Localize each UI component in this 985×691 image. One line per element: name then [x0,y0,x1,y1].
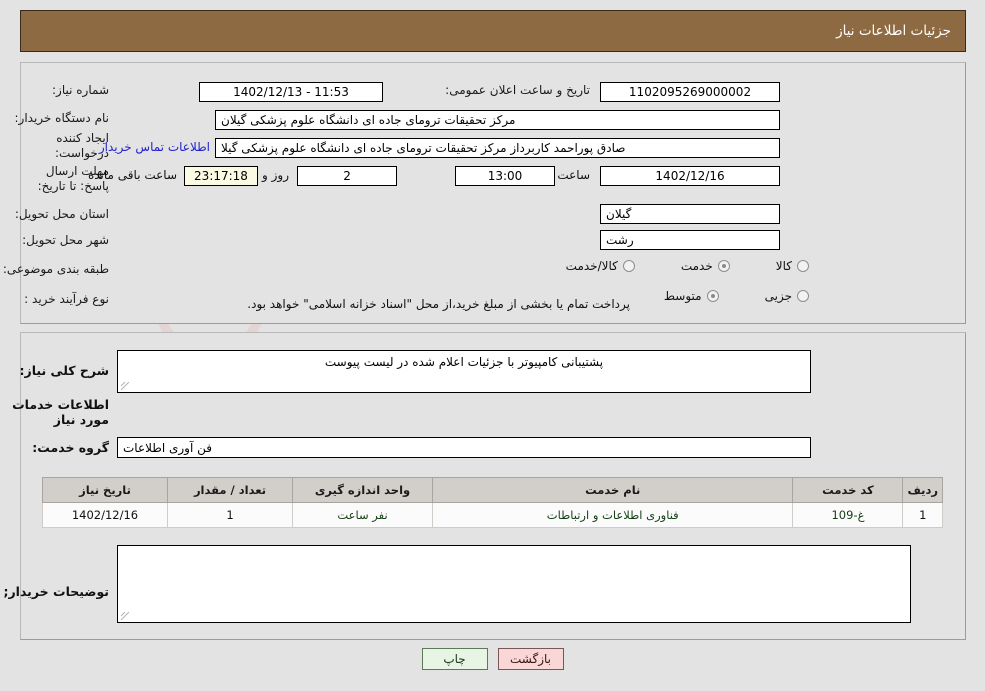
city-field[interactable]: رشت [600,230,780,250]
need-number-label-row: شماره نیاز: [19,80,109,100]
province-label-row: استان محل تحویل: [15,204,109,224]
cell-name: فناوری اطلاعات و ارتباطات [431,502,794,528]
cell-unit: نفر ساعت [292,502,433,528]
radio-option-khedmat[interactable]: خدمت [681,259,730,273]
radio-option-motavasset[interactable]: متوسط [664,289,719,303]
deadline-date-field[interactable]: 1402/12/16 [600,166,780,186]
window-title-bar: جزئیات اطلاعات نیاز [20,10,966,52]
buyer-notes-textarea[interactable] [117,545,911,623]
category-radio-group[interactable]: کالا خدمت کالا/خدمت [566,259,809,273]
announce-label-row: تاریخ و ساعت اعلان عمومی: [445,80,590,100]
hour-label: ساعت [557,168,590,182]
buyer-org-field[interactable]: مرکز تحقیقات ترومای جاده ای دانشگاه علوم… [215,110,780,130]
days-field[interactable]: 2 [297,166,397,186]
creator-label: ایجاد کننده درخواست: [55,131,109,160]
column-header-date: تاریخ نیاز [42,477,168,503]
days-unit-label: روز و [262,168,289,182]
button-bar: بازگشت چاپ [0,648,985,670]
process-label: نوع فرآیند خرید : [24,291,109,306]
hour-field[interactable]: 13:00 [455,166,555,186]
buyer-org-label: نام دستگاه خریدار: [14,110,110,125]
city-label-row: شهر محل تحویل: [22,230,109,250]
buyer-contact-link[interactable]: اطلاعات تماس خریدار [99,140,210,154]
print-button[interactable]: چاپ [421,648,488,670]
radio-circle-icon[interactable] [622,260,635,272]
resize-grip-icon[interactable] [120,381,130,391]
province-label: استان محل تحویل: [14,206,109,221]
buyer-org-label-row: نام دستگاه خریدار: [15,108,110,128]
province-field[interactable]: گیلان [600,204,780,224]
cell-radif: 1 [902,502,943,528]
radio-circle-icon[interactable] [717,260,730,272]
radio-label: متوسط [663,289,702,303]
category-label-row: طبقه بندی موضوعی: [3,259,109,279]
table-header-row: ردیف کد خدمت نام خدمت واحد اندازه گیری ت… [42,477,943,503]
radio-option-kala[interactable]: کالا [776,259,809,273]
radio-label: خدمت [680,259,713,273]
radio-option-jozii[interactable]: جزیی [765,289,809,303]
service-group-field[interactable]: فن آوری اطلاعات [117,437,811,458]
need-info-panel [20,62,966,324]
back-button[interactable]: بازگشت [497,648,564,670]
announce-label: تاریخ و ساعت اعلان عمومی: [445,82,590,97]
city-label: شهر محل تحویل: [22,232,109,247]
summary-textarea[interactable]: پشتیبانی کامپیوتر با جزئیات اعلام شده در… [117,350,811,393]
radio-circle-icon[interactable] [797,290,809,302]
services-table: ردیف کد خدمت نام خدمت واحد اندازه گیری ت… [42,477,943,528]
radio-label: جزیی [764,289,792,303]
treasury-note: پرداخت تمام یا بخشی از مبلغ خرید،از محل … [247,297,630,311]
table-row[interactable]: 1 غ-109 فناوری اطلاعات و ارتباطات نفر سا… [42,502,943,528]
column-header-qty: تعداد / مقدار [167,477,293,503]
column-header-unit: واحد اندازه گیری [292,477,433,503]
column-header-code: کد خدمت [792,477,904,503]
countdown-field: 23:17:18 [184,166,258,186]
resize-grip-icon[interactable] [120,611,130,621]
cell-qty: 1 [167,502,293,528]
radio-circle-icon[interactable] [706,290,719,302]
radio-circle-icon[interactable] [797,260,809,272]
buyer-notes-label: توضیحات خریدار; [3,584,109,599]
radio-label: کالا [775,259,792,273]
services-heading: اطلاعات خدمات مورد نیاز [12,397,109,427]
page-root: جزئیات اطلاعات نیاز AriaTender.net شماره… [0,0,985,691]
summary-text: پشتیبانی کامپیوتر با جزئیات اعلام شده در… [324,355,604,369]
remaining-label: ساعت باقی مانده [87,168,177,182]
need-number-field[interactable]: 1102095269000002 [600,82,780,102]
need-number-label: شماره نیاز: [52,82,109,97]
service-group-label: گروه خدمت: [32,440,109,455]
radio-label: کالا/خدمت [565,259,618,273]
summary-label: شرح کلی نیاز: [19,363,109,378]
creator-label-row: ایجاد کننده درخواست: [0,131,109,160]
process-radio-group[interactable]: جزیی متوسط [664,289,809,303]
column-header-name: نام خدمت [431,477,794,503]
column-header-radif: ردیف [902,477,943,503]
category-label: طبقه بندی موضوعی: [2,261,109,276]
process-label-row: نوع فرآیند خرید : [24,289,109,309]
creator-field[interactable]: صادق پوراحمد کاربرداز مرکز تحقیقات تروما… [215,138,780,158]
radio-option-kala-khedmat[interactable]: کالا/خدمت [566,259,635,273]
page-title: جزئیات اطلاعات نیاز [836,23,951,39]
cell-code: غ-109 [792,502,904,528]
cell-date: 1402/12/16 [42,502,168,528]
announce-datetime-field[interactable]: 11:53 - 1402/12/13 [199,82,383,102]
